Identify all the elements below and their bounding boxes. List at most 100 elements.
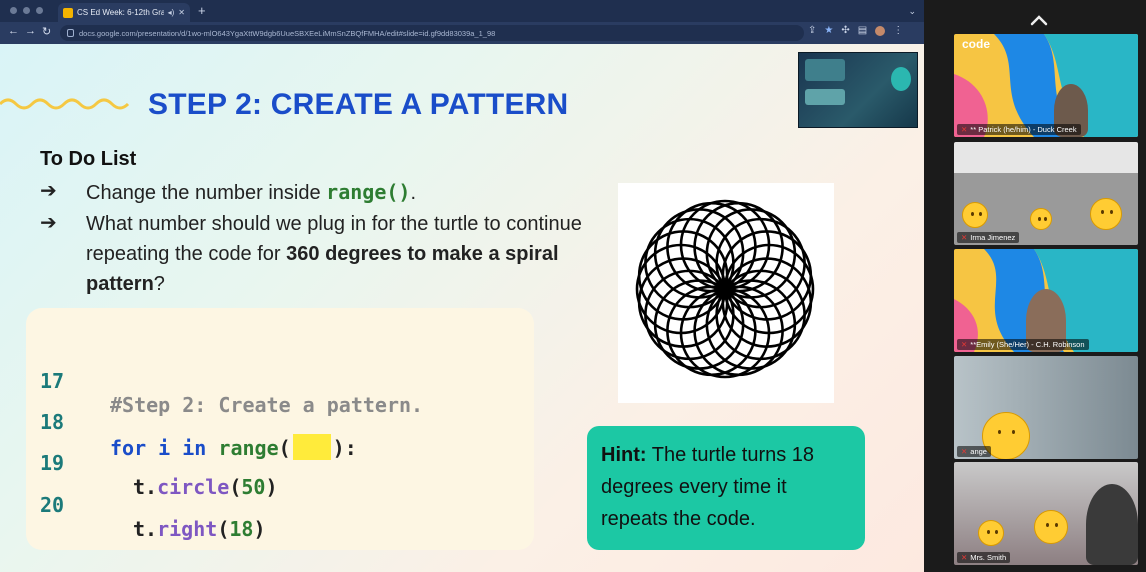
emoji-eye [998,429,1002,434]
participant-video-tile[interactable]: ✕ Mrs. Smith [954,462,1138,565]
todo-item-end: ? [153,273,165,295]
participant-name: Mrs. Smith [970,553,1007,562]
profile-avatar-icon[interactable] [875,26,886,36]
grinning-emoji-icon [1034,510,1068,544]
emoji-eye [1045,522,1049,527]
participant-name-label: ✕ ange [957,446,991,457]
smiling-emoji-icon [1030,208,1052,230]
new-tab-button[interactable]: + [198,4,206,18]
back-arrow-icon[interactable]: ← [8,25,19,37]
emoji-eye [987,530,991,535]
participant-gallery: code ✕ ** Patrick (he/him) - Duck Creek ✕… [924,0,1146,572]
muted-mic-icon: ✕ [961,233,968,242]
presentation-slide: STEP 2: CREATE A PATTERN To Do List ➔ Ch… [0,44,924,572]
code-line: 19 t.circle(50) [40,427,278,499]
emoji-eye [1044,216,1048,221]
emoji-eye [1110,210,1114,215]
grinning-emoji-icon [962,202,988,228]
window-controls[interactable] [10,7,43,14]
participant-video-tile[interactable]: ✕ **Emily (She/Her) - C.H. Robinson [954,249,1138,352]
halo-emoji-icon [1090,198,1122,230]
code-comment: #Step 2: Create a pattern. [110,393,424,417]
participant-name: ** Patrick (he/him) - Duck Creek [970,125,1077,134]
line-number: 20 [40,493,65,517]
code-object: t. [133,475,158,499]
collapse-chevron-up-icon[interactable] [1030,12,1048,30]
thumbnail-badge [891,67,911,91]
cowboy-emoji-icon [978,520,1004,546]
code-paren: ( [278,436,291,460]
code-keyword: for [110,436,147,460]
participant-name-label: ✕ **Emily (She/Her) - C.H. Robinson [957,339,1089,350]
code-text: t.right(18) [133,517,266,541]
lock-icon [67,29,74,37]
arrow-bullet-icon: ➔ [40,180,57,202]
code-line: 20 t.right(18) [40,469,266,541]
participant-video-tile[interactable]: ✕ Irma Jimenez [954,142,1138,245]
emoji-eye [1101,210,1105,215]
more-menu-icon[interactable]: ⋮ [893,25,903,36]
thumbnail-panel [805,59,845,81]
emoji-eye [971,212,975,217]
emoji-eye [1011,429,1015,434]
share-icon[interactable]: ⇪ [808,25,816,36]
participant-video-tile[interactable]: ✕ ange [954,356,1138,459]
hint-callout: Hint: The turtle turns 18 degrees every … [587,426,865,550]
tab-audio-icon[interactable]: ◂) [168,8,175,17]
todo-item-text: Change the number inside [86,182,327,204]
arrow-bullet-icon: ➔ [40,212,57,234]
svg-text:code: code [962,37,990,51]
code-text: t.circle(50) [133,475,278,499]
code-number: 18 [229,517,254,541]
code-paren: ): [332,436,357,460]
todo-item-code: range() [326,180,411,204]
close-window-icon[interactable] [10,7,17,14]
forward-arrow-icon[interactable]: → [25,25,36,37]
shared-screen-thumbnail[interactable] [798,52,918,128]
spiral-pattern-drawing [635,199,815,379]
code-number: 50 [241,475,266,499]
extensions-puzzle-icon[interactable]: ✣ [841,25,849,36]
reload-icon[interactable]: ↻ [42,25,51,38]
emoji-eye [1038,216,1042,221]
slides-favicon-icon [63,7,73,18]
bookmark-star-icon[interactable]: ★ [824,25,833,36]
thumbnail-panel [805,89,845,105]
code-method: circle [157,475,230,499]
code-line: 17 #Step 2: Create a pattern. [40,345,423,417]
browser-chrome: CS Ed Week: 6-12th Grade ◂) ✕ + ⌄ ← → ↻ … [0,0,924,44]
maximize-window-icon[interactable] [36,7,43,14]
code-function: range [218,436,279,460]
code-method: right [157,517,218,541]
address-bar[interactable]: docs.google.com/presentation/d/1wo-mlO64… [60,25,804,41]
decorative-wave-icon [0,98,130,110]
code-variable: i [158,436,171,460]
code-line: 18 for i in range(): [40,386,357,460]
todo-item: Change the number inside range(). [86,177,586,208]
spiral-pattern-image [618,183,834,403]
todo-item: What number should we plug in for the tu… [86,209,586,299]
answer-blank-highlight [292,434,331,460]
minimize-window-icon[interactable] [23,7,30,14]
emoji-eye [1055,522,1059,527]
tab-list-chevron-icon[interactable]: ⌄ [908,6,916,17]
tab-close-icon[interactable]: ✕ [178,8,185,17]
muted-mic-icon: ✕ [961,340,968,349]
muted-mic-icon: ✕ [961,125,968,134]
muted-mic-icon: ✕ [961,553,968,562]
participant-name-label: ✕ Irma Jimenez [957,232,1020,243]
participant-video-tile[interactable]: code ✕ ** Patrick (he/him) - Duck Creek [954,34,1138,137]
emoji-eye [994,530,998,535]
participant-person [1086,484,1138,565]
todo-heading: To Do List [40,148,137,170]
browser-tab[interactable]: CS Ed Week: 6-12th Grade ◂) ✕ [58,3,190,22]
participant-name: **Emily (She/Her) - C.H. Robinson [970,340,1085,349]
participant-name-label: ✕ Mrs. Smith [957,552,1011,563]
participant-name: ange [970,447,987,456]
reading-list-icon[interactable]: ▤ [858,25,867,36]
code-keyword: in [182,436,207,460]
code-block: 17 #Step 2: Create a pattern. 18 for i i… [26,308,534,550]
url-text: docs.google.com/presentation/d/1wo-mlO64… [79,28,496,38]
todo-item-end: . [410,182,417,204]
browser-toolbar: ← → ↻ docs.google.com/presentation/d/1wo… [0,22,924,44]
